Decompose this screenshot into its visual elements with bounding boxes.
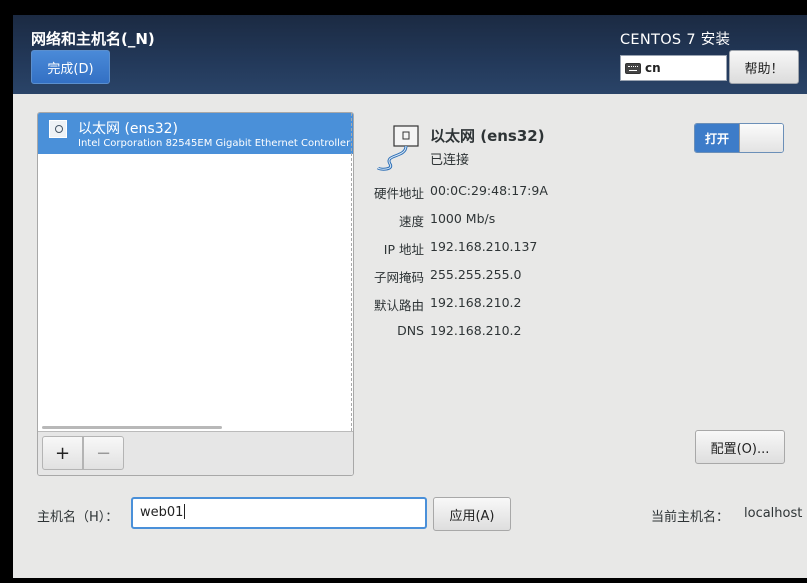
device-item-description: Intel Corporation 82545EM Gigabit Ethern… (78, 138, 353, 149)
header-bar: 网络和主机名(_N) 完成(D) CENTOS 7 安装 cn 帮助！ (13, 15, 807, 94)
screen-border-left (0, 0, 13, 583)
device-power-toggle[interactable]: 打开 (694, 123, 784, 153)
hostname-input[interactable]: web01 (131, 497, 427, 529)
text-caret (184, 504, 186, 519)
toggle-on-label: 打开 (695, 124, 739, 152)
page-title: 网络和主机名(_N) (31, 30, 155, 48)
speed-label: 速度 (398, 214, 424, 229)
ip-address-value: 192.168.210.137 (430, 239, 538, 254)
apply-hostname-button[interactable]: 应用(A) (433, 497, 511, 531)
device-item-name: 以太网 (ens32) (78, 121, 178, 137)
dns-label: DNS (397, 323, 424, 338)
configure-button[interactable]: 配置(O)... (695, 430, 785, 464)
done-button[interactable]: 完成(D) (31, 50, 110, 84)
add-device-button[interactable]: + (42, 436, 83, 470)
product-title: CENTOS 7 安装 (620, 32, 731, 48)
keyboard-icon (625, 62, 641, 74)
device-detail-name: 以太网 (ens32) (430, 127, 545, 145)
screen-border-top (0, 0, 807, 15)
connection-status: 已连接 (430, 153, 470, 168)
speed-value: 1000 Mb/s (430, 211, 496, 226)
device-list-toolbar: + − (38, 431, 353, 475)
screen-border-bottom (0, 578, 807, 583)
subnet-mask-label: 子网掩码 (373, 270, 424, 285)
hostname-input-value: web01 (140, 505, 184, 520)
current-hostname-value: localhost (744, 506, 803, 521)
device-list-item[interactable]: 以太网 (ens32) Intel Corporation 82545EM Gi… (38, 113, 353, 154)
ethernet-device-icon (49, 120, 67, 138)
keyboard-layout-label: cn (645, 61, 661, 75)
hardware-address-value: 00:0C:29:48:17:9A (430, 183, 548, 198)
ip-address-label: IP 地址 (383, 242, 424, 257)
default-route-label: 默认路由 (373, 298, 424, 313)
dns-value: 192.168.210.2 (430, 323, 522, 338)
subnet-mask-value: 255.255.255.0 (430, 267, 522, 282)
default-route-value: 192.168.210.2 (430, 295, 522, 310)
horizontal-scrollbar[interactable] (42, 426, 222, 429)
ethernet-cable-icon (376, 125, 419, 171)
hardware-address-label: 硬件地址 (373, 186, 424, 201)
current-hostname-label: 当前主机名： (651, 510, 730, 525)
help-button[interactable]: 帮助！ (729, 50, 799, 84)
main-content: 以太网 (ens32) Intel Corporation 82545EM Gi… (13, 94, 807, 578)
hostname-label: 主机名（H）： (37, 510, 119, 525)
toggle-knob (739, 124, 783, 152)
remove-device-button[interactable]: − (83, 436, 124, 470)
device-list-panel: 以太网 (ens32) Intel Corporation 82545EM Gi… (37, 112, 354, 476)
keyboard-layout-indicator[interactable]: cn (620, 55, 727, 81)
